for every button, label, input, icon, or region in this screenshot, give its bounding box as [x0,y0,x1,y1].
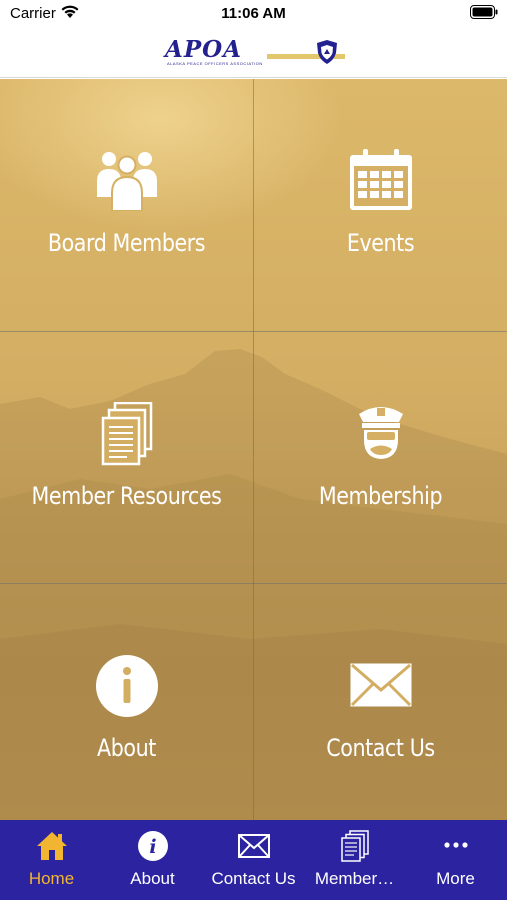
tab-more[interactable]: More [405,820,506,900]
tab-label: More [436,869,475,888]
tile-label: Events [346,229,415,257]
tab-label: Member… [314,869,395,888]
apoa-logo: APOA ALASKA PEACE OFFICERS ASSOCIATION [162,36,347,72]
calendar-icon [254,149,507,211]
tile-label: Membership [318,482,443,510]
people-group-icon [0,147,253,211]
logo-text: APOA [165,36,243,63]
battery-icon [470,5,498,24]
info-icon: i [102,830,203,862]
status-bar: Carrier 11:06 AM [0,0,507,30]
tab-contact-us[interactable]: Contact Us [203,820,304,900]
tile-membership[interactable]: Membership [254,332,507,584]
shield-badge-icon [315,39,339,70]
tab-label: About [130,869,175,888]
envelope-icon [254,662,507,708]
tile-events[interactable]: Events [254,79,507,331]
tile-member-resources[interactable]: Member Resources [0,332,253,584]
home-grid: Board Members Events Member Resources Me… [0,79,507,820]
home-icon [1,830,102,862]
documents-icon [0,402,253,466]
tab-about[interactable]: i About [102,820,203,900]
tab-home[interactable]: Home [1,820,102,900]
logo-subtitle: ALASKA PEACE OFFICERS ASSOCIATION [167,61,263,66]
info-icon [0,654,253,718]
tab-label: Contact Us [211,869,296,888]
tile-label: Member Resources [31,482,222,510]
tile-board-members[interactable]: Board Members [0,79,253,331]
police-officer-icon [254,402,507,460]
svg-text:i: i [149,836,156,858]
bottom-tab-bar: Home i About Contact Us Member… More [0,820,507,900]
tab-label: Home [28,869,75,888]
envelope-icon [203,834,304,858]
tile-label: About [97,734,156,762]
tile-label: Board Members [47,229,206,257]
tile-label: Contact Us [326,734,435,762]
app-header: APOA ALASKA PEACE OFFICERS ASSOCIATION [0,30,507,78]
tab-member-resources[interactable]: Member… [304,820,405,900]
tile-about[interactable]: About [0,584,253,820]
tile-contact-us[interactable]: Contact Us [254,584,507,820]
documents-icon [304,830,405,862]
status-time: 11:06 AM [221,5,286,22]
more-dots-icon [405,842,506,848]
